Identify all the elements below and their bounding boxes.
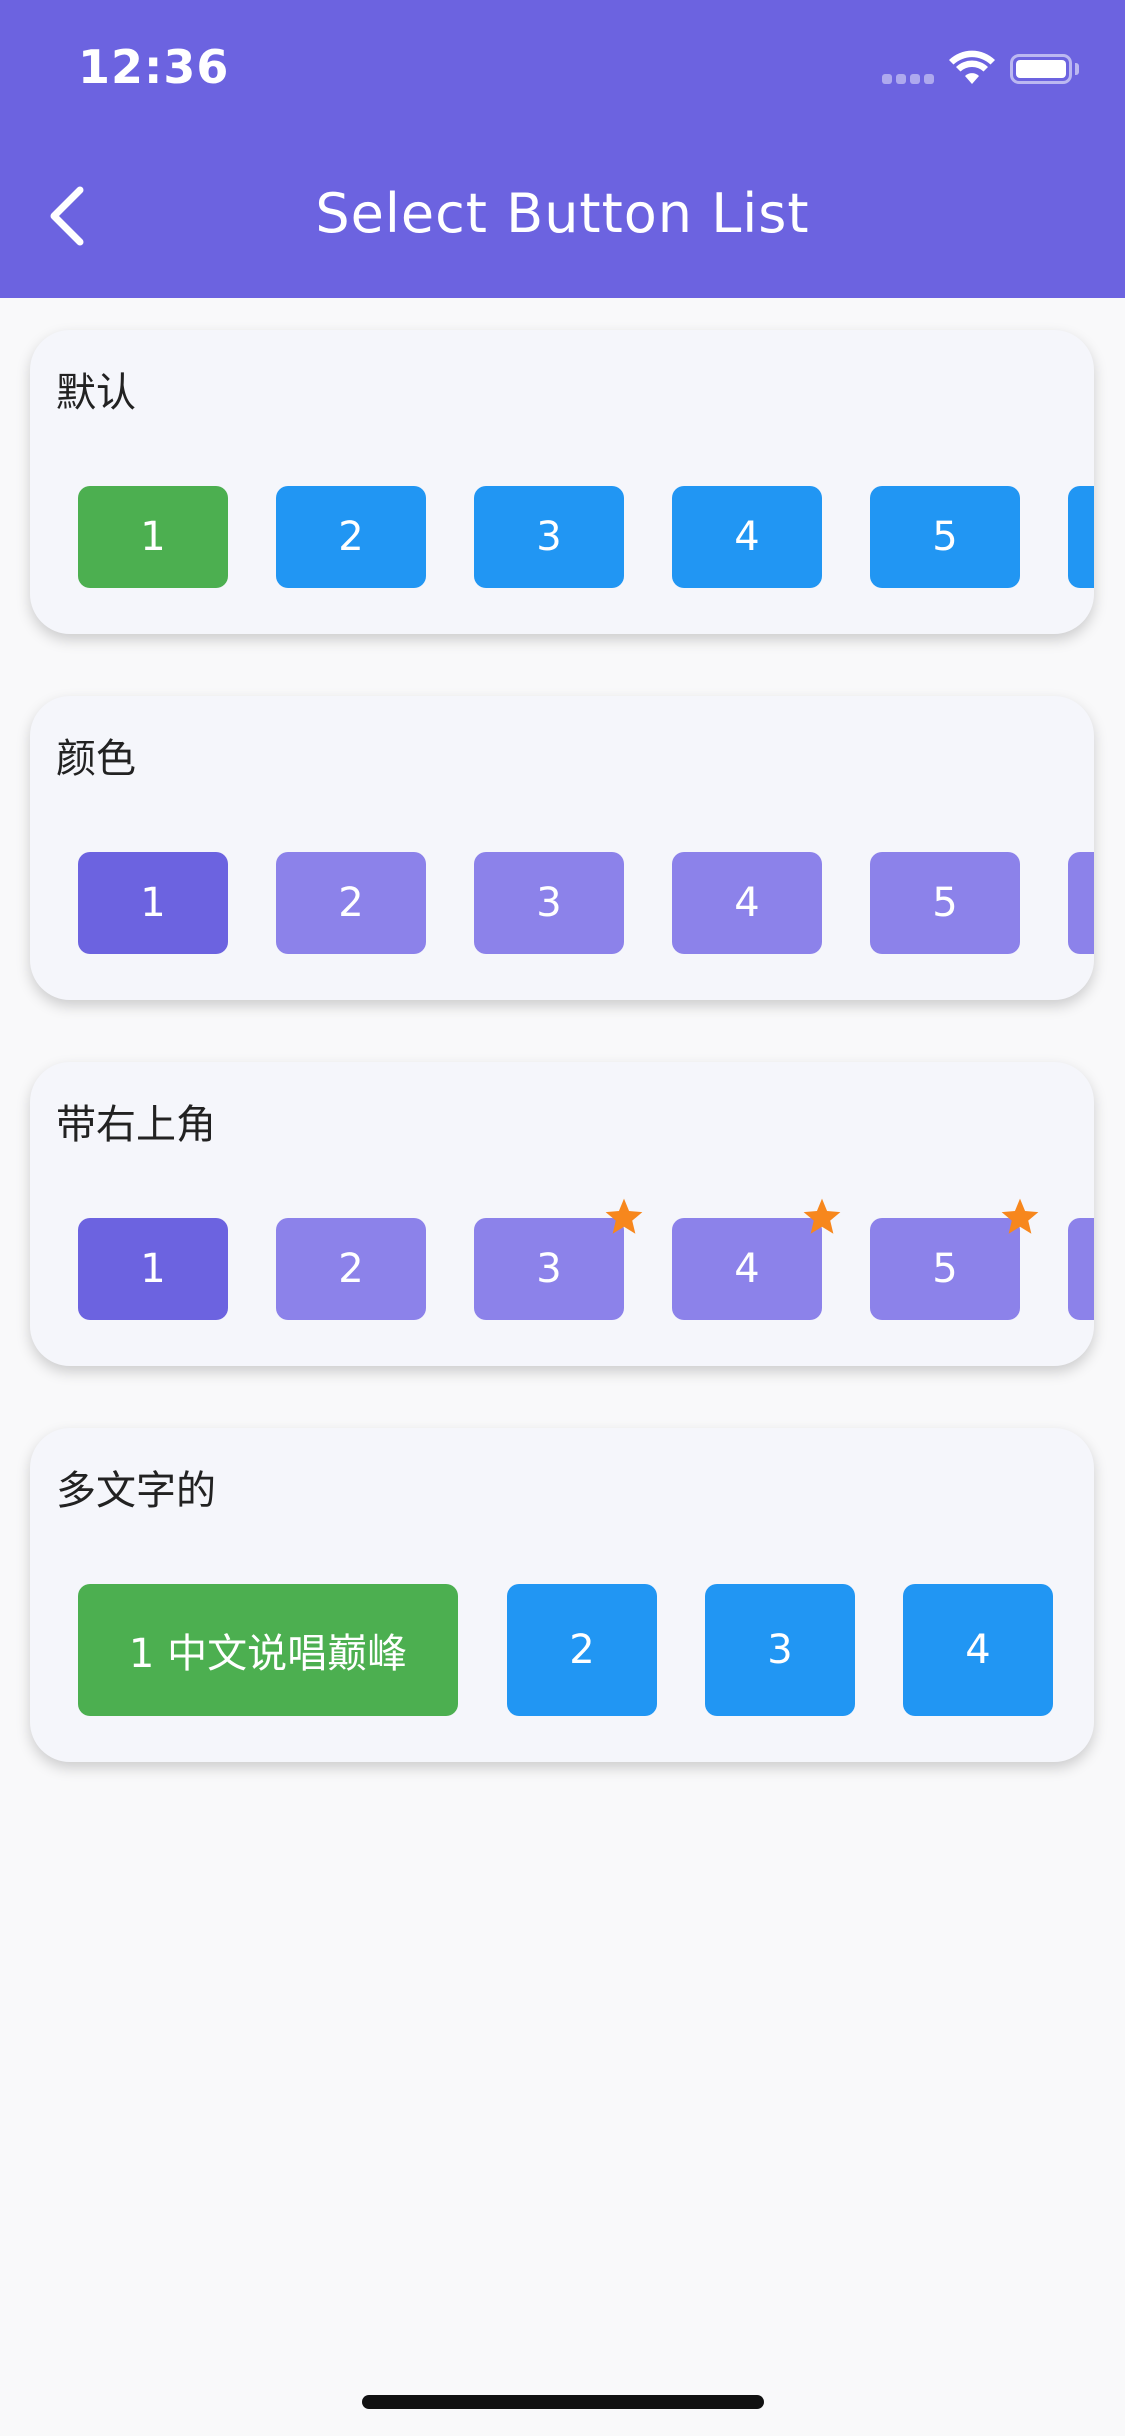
star-icon [803, 1198, 841, 1234]
select-button-5[interactable]: 5 [870, 486, 1020, 588]
card-title: 多文字的 [56, 1468, 216, 1514]
select-button-2[interactable]: 2 [507, 1584, 657, 1716]
select-button-1[interactable]: 1 [78, 852, 228, 954]
home-indicator[interactable] [362, 2395, 764, 2409]
select-button-2[interactable]: 2 [276, 486, 426, 588]
cellular-signal-icon [882, 74, 934, 84]
select-button-4[interactable]: 4 [903, 1584, 1053, 1716]
wifi-icon [949, 50, 995, 84]
page-title: Select Button List [315, 182, 810, 245]
card-color: 颜色 1 2 3 4 5 [30, 696, 1094, 1000]
select-button-1[interactable]: 1 [78, 486, 228, 588]
star-icon [605, 1198, 643, 1234]
battery-icon [1010, 54, 1072, 84]
select-button-4[interactable]: 4 [672, 852, 822, 954]
select-button-5[interactable]: 5 [870, 852, 1020, 954]
select-button-3[interactable]: 3 [474, 1218, 624, 1320]
select-button-overflow[interactable] [1068, 486, 1094, 588]
card-corner-badge: 带右上角 1 2 3 4 5 [30, 1062, 1094, 1366]
select-button-1[interactable]: 1 [78, 1218, 228, 1320]
status-time: 12:36 [78, 40, 230, 94]
select-button-4[interactable]: 4 [672, 1218, 822, 1320]
app-header: 12:36 Select Button List [0, 0, 1125, 298]
battery-tip [1075, 63, 1079, 75]
select-button-overflow[interactable] [1068, 852, 1094, 954]
select-button-5[interactable]: 5 [870, 1218, 1020, 1320]
select-button-1[interactable]: 1 中文说唱巅峰 [78, 1584, 458, 1716]
card-default: 默认 1 2 3 4 5 [30, 330, 1094, 634]
select-button-2[interactable]: 2 [276, 852, 426, 954]
card-title: 默认 [56, 370, 136, 416]
card-long-text: 多文字的 1 中文说唱巅峰 2 3 4 [30, 1428, 1094, 1762]
select-button-overflow[interactable] [1068, 1218, 1094, 1320]
select-button-4[interactable]: 4 [672, 486, 822, 588]
star-icon [1001, 1198, 1039, 1234]
select-button-2[interactable]: 2 [276, 1218, 426, 1320]
card-title: 带右上角 [56, 1102, 216, 1148]
card-title: 颜色 [56, 736, 136, 782]
select-button-3[interactable]: 3 [474, 486, 624, 588]
select-button-3[interactable]: 3 [705, 1584, 855, 1716]
select-button-3[interactable]: 3 [474, 852, 624, 954]
